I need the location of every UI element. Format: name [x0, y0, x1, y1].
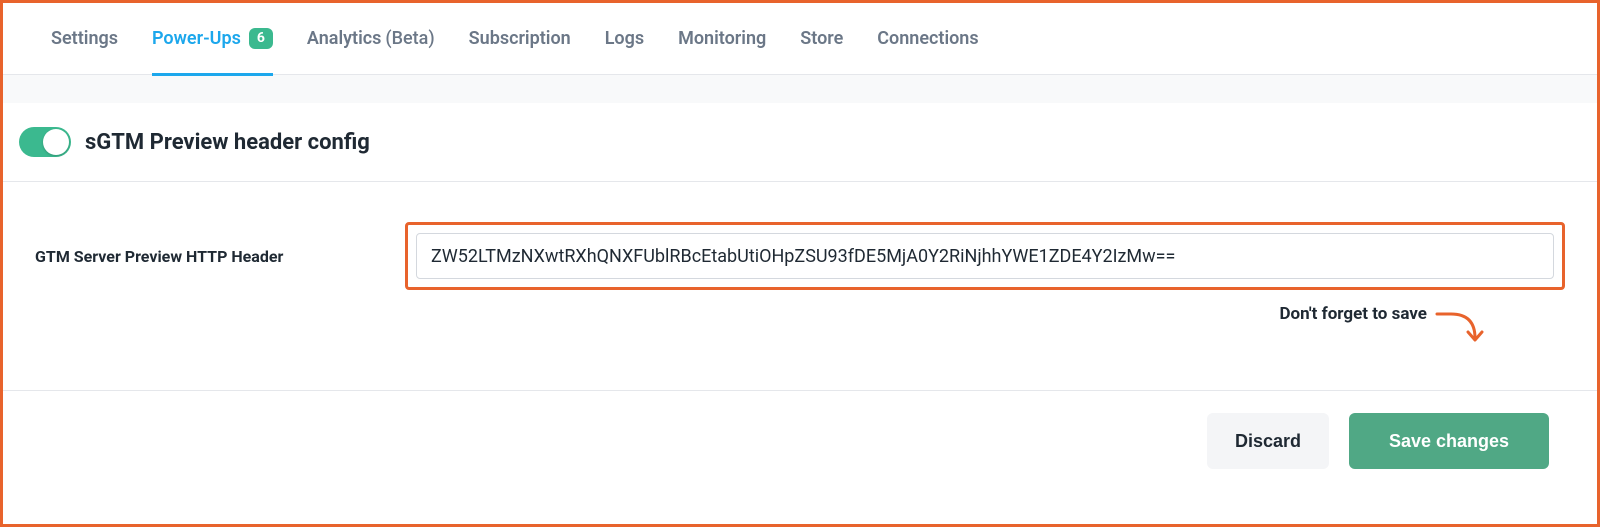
tab-subscription[interactable]: Subscription [469, 3, 571, 75]
app-frame: Settings Power-Ups 6 Analytics (Beta) Su… [0, 0, 1600, 527]
spacer-strip [3, 75, 1597, 103]
action-bar: Discard Save changes [3, 391, 1597, 469]
tab-logs[interactable]: Logs [605, 3, 644, 75]
tab-store[interactable]: Store [800, 3, 843, 75]
tab-settings[interactable]: Settings [51, 3, 118, 75]
save-changes-button[interactable]: Save changes [1349, 413, 1549, 469]
tab-monitoring[interactable]: Monitoring [678, 3, 766, 75]
tab-power-ups[interactable]: Power-Ups 6 [152, 3, 273, 75]
tab-label: Logs [605, 28, 644, 49]
tab-label: Monitoring [678, 28, 766, 49]
save-hint: Don't forget to save [35, 290, 1565, 378]
discard-button[interactable]: Discard [1207, 413, 1329, 469]
toggle-knob [43, 129, 69, 155]
tab-connections[interactable]: Connections [877, 3, 978, 75]
tab-bar: Settings Power-Ups 6 Analytics (Beta) Su… [3, 3, 1597, 75]
tab-label: Store [800, 28, 843, 49]
section-header: sGTM Preview header config [3, 103, 1597, 182]
section-title: sGTM Preview header config [85, 130, 370, 155]
save-hint-text: Don't forget to save [1279, 304, 1427, 324]
tab-label: Analytics [307, 28, 382, 49]
section-toggle[interactable] [19, 127, 71, 157]
arrow-down-right-icon [1435, 304, 1485, 348]
tab-label: Connections [877, 28, 978, 49]
power-ups-badge: 6 [249, 28, 273, 49]
preview-header-input[interactable] [416, 233, 1554, 279]
form-area: GTM Server Preview HTTP Header Don't for… [3, 182, 1597, 391]
tab-label: Subscription [469, 28, 571, 49]
tab-analytics[interactable]: Analytics (Beta) [307, 3, 435, 75]
tab-label: Power-Ups [152, 28, 241, 49]
form-row: GTM Server Preview HTTP Header [35, 222, 1565, 290]
form-label: GTM Server Preview HTTP Header [35, 247, 405, 266]
input-callout [405, 222, 1565, 290]
tab-suffix: (Beta) [385, 28, 434, 49]
tab-label: Settings [51, 28, 118, 49]
